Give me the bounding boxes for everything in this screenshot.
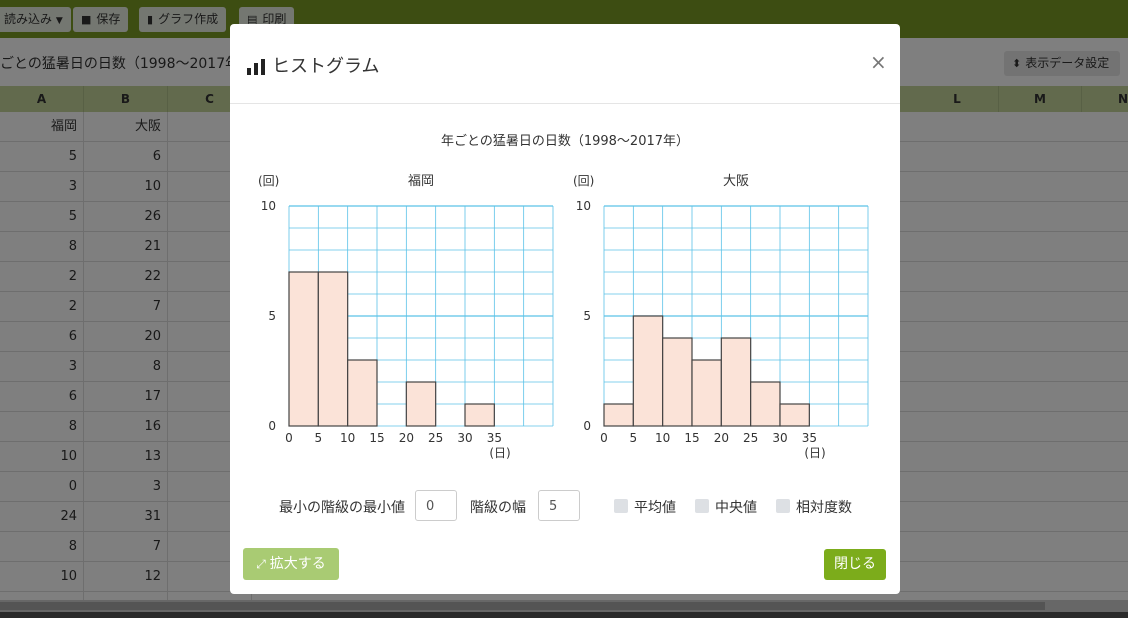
histogram-dialog: ヒストグラム × 年ごとの猛暑日の日数（1998〜2017年） 0 5 10 0 5 10…	[230, 24, 900, 594]
histogram-bar	[603, 403, 634, 427]
y-axis-label: (回)	[258, 174, 279, 188]
histogram-bar	[779, 403, 810, 427]
histogram-bar	[662, 337, 693, 427]
x-tick-label: 35	[802, 431, 817, 445]
dialog-header: ヒストグラム ×	[230, 24, 900, 104]
histogram-chart-osaka: 0 5 10 0 5 10 15 20 25 30 35 (回) (日) 大阪	[573, 174, 869, 460]
min-class-label: 最小の階級の最小値	[279, 500, 405, 516]
histogram-bar	[317, 271, 349, 427]
relative-frequency-label: 相対度数	[796, 500, 852, 516]
x-axis-label: (日)	[804, 446, 825, 460]
histogram-bar	[464, 403, 495, 427]
mean-checkbox[interactable]	[614, 499, 628, 513]
expand-button[interactable]: ⤢ 拡大する	[243, 548, 339, 580]
y-tick-label: 5	[268, 309, 276, 323]
x-tick-label: 10	[655, 431, 670, 445]
bar-chart-icon	[247, 59, 265, 75]
x-tick-label: 15	[369, 431, 384, 445]
x-tick-label: 20	[399, 431, 414, 445]
class-width-input[interactable]: 5	[538, 490, 580, 521]
class-width-label: 階級の幅	[470, 500, 526, 516]
histogram-bar	[288, 271, 319, 427]
x-tick-label: 20	[714, 431, 729, 445]
dialog-title: ヒストグラム	[246, 52, 379, 78]
relative-frequency-checkbox[interactable]	[776, 499, 790, 513]
median-label: 中央値	[715, 500, 757, 516]
chart-subtitle: 福岡	[408, 174, 434, 189]
x-tick-label: 25	[428, 431, 443, 445]
x-tick-label: 10	[340, 431, 355, 445]
y-axis-label: (回)	[573, 174, 594, 188]
expand-label: 拡大する	[269, 556, 326, 572]
histogram-bar	[405, 381, 437, 427]
x-tick-label: 0	[285, 431, 293, 445]
close-icon[interactable]: ×	[870, 50, 887, 74]
histogram-bar	[347, 359, 378, 427]
histogram-bar	[750, 381, 781, 427]
expand-icon: ⤢	[256, 557, 266, 571]
x-tick-label: 30	[772, 431, 787, 445]
x-tick-label: 0	[600, 431, 608, 445]
chart-subtitle: 大阪	[723, 174, 749, 189]
y-tick-label: 0	[268, 419, 276, 433]
x-tick-label: 25	[743, 431, 758, 445]
x-axis-label: (日)	[489, 446, 510, 460]
x-tick-label: 35	[487, 431, 502, 445]
histogram-chart-fukuoka: 0 5 10 0 5 10 15 20 25 30 35 (回) (日) 福岡	[258, 174, 554, 460]
y-tick-label: 10	[576, 199, 591, 213]
median-checkbox[interactable]	[695, 499, 709, 513]
y-tick-label: 10	[261, 199, 276, 213]
min-class-input[interactable]: 0	[415, 490, 457, 521]
close-button[interactable]: 閉じる	[824, 549, 886, 580]
histogram-bar	[691, 359, 722, 427]
histogram-controls: 最小の階級の最小値 0 階級の幅 5 平均値 中央値 相対度数	[230, 490, 900, 522]
mean-label: 平均値	[634, 500, 676, 516]
x-tick-label: 5	[315, 431, 323, 445]
x-tick-label: 30	[457, 431, 472, 445]
y-tick-label: 0	[583, 419, 591, 433]
x-tick-label: 5	[630, 431, 638, 445]
histogram-bar	[720, 337, 752, 427]
dialog-title-text: ヒストグラム	[272, 56, 380, 77]
y-tick-label: 5	[583, 309, 591, 323]
chart-title: 年ごとの猛暑日の日数（1998〜2017年）	[440, 134, 690, 149]
x-tick-label: 15	[684, 431, 699, 445]
histogram-bar	[632, 315, 664, 427]
